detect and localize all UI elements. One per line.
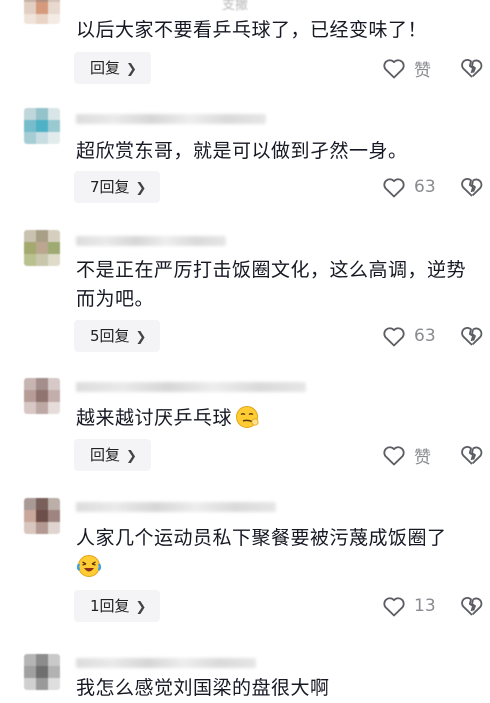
heart-outline-icon (383, 597, 405, 617)
like-count: 赞 (414, 447, 431, 468)
like-count: 63 (414, 177, 436, 197)
reply-label: 回复 (90, 446, 121, 464)
heart-outline-icon (383, 446, 405, 466)
reply-button[interactable]: 1回复 ❯ (74, 590, 161, 622)
avatar[interactable] (24, 0, 60, 24)
reply-label: 回复 (90, 59, 121, 77)
avatar[interactable] (24, 378, 60, 414)
reply-button[interactable]: 回复 ❯ (74, 52, 151, 84)
like-button[interactable]: 63 (382, 173, 436, 201)
broken-heart-icon[interactable] (460, 324, 484, 348)
heart-outline-icon (383, 59, 405, 79)
username-blurred[interactable] (76, 236, 226, 246)
heart-outline-icon (383, 327, 405, 347)
reply-label: 5回复 (90, 327, 130, 345)
username-blurred[interactable] (76, 382, 306, 392)
comment-text: 不是正在严厉打击饭圈文化，这么高调，逆势而为吧。 (76, 259, 467, 310)
avatar[interactable] (24, 230, 60, 266)
like-button[interactable]: 63 (382, 322, 436, 350)
like-count: 赞 (414, 60, 431, 81)
chevron-right-icon: ❯ (126, 62, 137, 77)
comment-text-content: 越来越讨厌乒乓球 (76, 407, 233, 429)
comment-text: 人家几个运动员私下聚餐要被污蔑成饭圈了 (76, 524, 476, 582)
chevron-right-icon: ❯ (126, 449, 137, 464)
comment-text: 越来越讨厌乒乓球 (76, 404, 476, 433)
chevron-right-icon: ❯ (135, 181, 147, 196)
like-button[interactable]: 赞 (382, 54, 431, 82)
like-button[interactable]: 13 (382, 592, 436, 620)
comment-text-content: 人家几个运动员私下聚餐要被污蔑成饭圈了 (76, 527, 447, 549)
avatar[interactable] (24, 654, 60, 690)
heart-outline-icon (383, 178, 405, 198)
username-blurred[interactable] (76, 502, 276, 512)
laughing-crying-face-emoji (76, 555, 102, 577)
broken-heart-icon[interactable] (460, 56, 484, 80)
reply-label: 7回复 (90, 178, 130, 196)
smirk-face-emoji (236, 406, 259, 428)
username-fragment: 支撒 (222, 0, 249, 13)
broken-heart-icon[interactable] (460, 594, 484, 618)
avatar[interactable] (24, 108, 60, 144)
username-blurred[interactable] (76, 114, 266, 124)
broken-heart-icon[interactable] (460, 443, 484, 467)
chevron-right-icon: ❯ (135, 600, 147, 615)
reply-label: 1回复 (90, 597, 130, 615)
chevron-right-icon: ❯ (135, 330, 147, 345)
comment-text: 以后大家不要看乒乓球了，已经变味了！ (76, 19, 428, 41)
username-blurred[interactable] (76, 658, 256, 668)
like-button[interactable]: 赞 (382, 441, 431, 469)
broken-heart-icon[interactable] (460, 175, 484, 199)
comment-text: 我怎么感觉刘国梁的盘很大啊 (76, 677, 330, 699)
like-count: 13 (414, 596, 436, 616)
comment-text: 超欣赏东哥，就是可以做到孑然一身。 (76, 140, 408, 162)
reply-button[interactable]: 7回复 ❯ (74, 171, 161, 203)
reply-button[interactable]: 回复 ❯ (74, 439, 151, 471)
reply-button[interactable]: 5回复 ❯ (74, 320, 161, 352)
like-count: 63 (414, 326, 436, 346)
avatar[interactable] (24, 498, 60, 534)
